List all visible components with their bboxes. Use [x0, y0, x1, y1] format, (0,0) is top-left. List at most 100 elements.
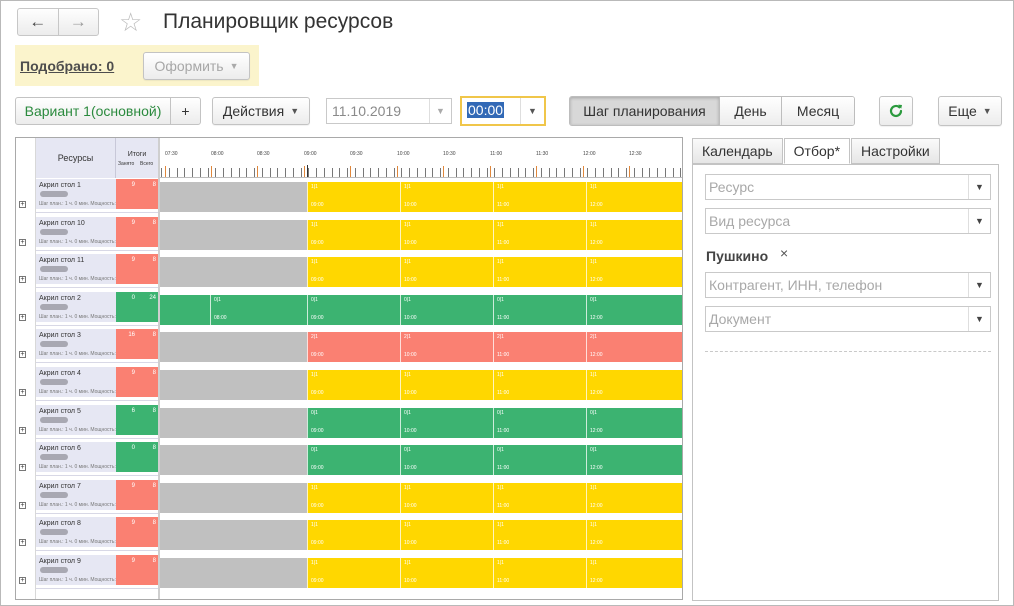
counterparty-field[interactable]: Контрагент, ИНН, телефон ▼: [705, 272, 991, 298]
slot-cell[interactable]: 2|1 09:00: [307, 332, 400, 363]
mode-day-button[interactable]: День: [719, 97, 781, 125]
slot-cell[interactable]: 0|1 10:00: [400, 445, 493, 476]
expand-icon[interactable]: +: [19, 464, 26, 472]
slot-cell[interactable]: 1|1 12:00: [586, 520, 682, 551]
close-icon[interactable]: ×: [780, 245, 788, 261]
planner-row[interactable]: + Акрил стол 4 Шаг план.: 1 ч. 0 мин. Мощн…: [16, 367, 682, 404]
resource-info[interactable]: Акрил стол 9 Шаг план.: 1 ч. 0 мин. Мощно…: [36, 555, 119, 585]
planner-row[interactable]: + Акрил стол 10 Шаг план.: 1 ч. 0 мин. Мощ…: [16, 216, 682, 254]
slot-cell[interactable]: 1|1 09:00: [307, 257, 400, 288]
favorite-star-icon[interactable]: ☆: [119, 8, 142, 36]
slot-cell[interactable]: 0|1 11:00: [493, 445, 586, 476]
refresh-button[interactable]: [879, 96, 913, 126]
selected-count-link[interactable]: Подобрано: 0: [20, 58, 114, 74]
chevron-down-icon[interactable]: ▼: [968, 307, 990, 331]
document-field[interactable]: Документ ▼: [705, 306, 991, 332]
slot-cell[interactable]: 1|1 12:00: [586, 370, 682, 400]
planner-row[interactable]: + Акрил стол 7 Шаг план.: 1 ч. 0 мин. Мощн…: [16, 479, 682, 517]
resource-planner-grid[interactable]: Ресурсы Итоги Занято Всего 07:30 08:00 08:…: [15, 137, 683, 600]
resource-info[interactable]: Акрил стол 8 Шаг план.: 1 ч. 0 мин. Мощно…: [36, 517, 119, 548]
slot-cell[interactable]: 1|1 10:00: [400, 520, 493, 551]
planner-row[interactable]: + Акрил стол 6 Шаг план.: 1 ч. 0 мин. Мощн…: [16, 442, 682, 479]
slot-cell[interactable]: 1|1 11:00: [493, 182, 586, 212]
time-field[interactable]: 00:00 ▼: [460, 96, 546, 126]
chevron-down-icon[interactable]: ▼: [429, 99, 451, 123]
resource-field[interactable]: Ресурс ▼: [705, 174, 991, 200]
mode-month-button[interactable]: Месяц: [781, 97, 854, 125]
slot-cell[interactable]: 1|1 11:00: [493, 219, 586, 250]
tab-filter[interactable]: Отбор*: [783, 138, 851, 164]
planner-row[interactable]: + Акрил стол 8 Шаг план.: 1 ч. 0 мин. Мощн…: [16, 517, 682, 554]
expand-icon[interactable]: +: [19, 201, 26, 208]
slot-cell[interactable]: 1|1 12:00: [586, 257, 682, 288]
slot-cell[interactable]: [160, 294, 210, 325]
slot-cell[interactable]: 0|1 10:00: [400, 407, 493, 438]
expand-icon[interactable]: +: [19, 276, 26, 284]
expand-icon[interactable]: +: [19, 313, 26, 321]
planner-row[interactable]: + Акрил стол 2 Шаг план.: 1 ч. 0 мин. Мощн…: [16, 291, 682, 329]
expand-icon[interactable]: +: [19, 577, 26, 584]
planner-row[interactable]: + Акрил стол 5 Шаг план.: 1 ч. 0 мин. Мощн…: [16, 404, 682, 442]
tab-settings[interactable]: Настройки: [851, 138, 940, 164]
slot-cell[interactable]: 1|1 12:00: [586, 558, 682, 588]
slot-cell[interactable]: 2|1 11:00: [493, 332, 586, 363]
chevron-down-icon[interactable]: ▼: [520, 98, 544, 124]
slot-cell[interactable]: 1|1 10:00: [400, 558, 493, 588]
chevron-down-icon[interactable]: ▼: [968, 273, 990, 297]
slot-cell[interactable]: 1|1 10:00: [400, 482, 493, 513]
slot-cell[interactable]: 1|1 09:00: [307, 520, 400, 551]
slot-cell[interactable]: 1|1 09:00: [307, 182, 400, 212]
resource-info[interactable]: Акрил стол 3 Шаг план.: 1 ч. 0 мин. Мощно…: [36, 329, 119, 360]
add-variant-button[interactable]: +: [171, 98, 200, 124]
slot-cell[interactable]: 1|1 11:00: [493, 370, 586, 400]
planner-row[interactable]: + Акрил стол 3 Шаг план.: 1 ч. 0 мин. Мощн…: [16, 329, 682, 366]
chevron-down-icon[interactable]: ▼: [968, 175, 990, 199]
slot-cell[interactable]: 0|1 09:00: [307, 445, 400, 476]
slot-cell[interactable]: 1|1 11:00: [493, 482, 586, 513]
slot-cell[interactable]: 1|1 12:00: [586, 182, 682, 212]
slot-cell[interactable]: 1|1 12:00: [586, 219, 682, 250]
slot-cell[interactable]: 1|1 09:00: [307, 219, 400, 250]
slot-cell[interactable]: 1|1 09:00: [307, 370, 400, 400]
date-field[interactable]: 11.10.2019 ▼: [326, 98, 452, 124]
more-button[interactable]: Еще ▼: [938, 96, 1002, 126]
slot-cell[interactable]: 0|1 08:00: [210, 294, 307, 325]
slot-cell[interactable]: 1|1 11:00: [493, 520, 586, 551]
resource-type-field[interactable]: Вид ресурса ▼: [705, 208, 991, 234]
mode-step-button[interactable]: Шаг планирования: [570, 97, 719, 125]
slot-cell[interactable]: 1|1 11:00: [493, 257, 586, 288]
slot-cell[interactable]: 1|1 10:00: [400, 182, 493, 212]
expand-icon[interactable]: +: [19, 539, 26, 547]
chevron-down-icon[interactable]: ▼: [968, 209, 990, 233]
expand-icon[interactable]: +: [19, 426, 26, 434]
slot-cell[interactable]: 0|1 09:00: [307, 294, 400, 325]
slot-cell[interactable]: 0|1 11:00: [493, 407, 586, 438]
slot-cell[interactable]: 0|1 10:00: [400, 294, 493, 325]
resource-info[interactable]: Акрил стол 5 Шаг план.: 1 ч. 0 мин. Мощно…: [36, 404, 119, 435]
make-order-button[interactable]: Оформить ▼: [143, 52, 250, 80]
resource-info[interactable]: Акрил стол 1 Шаг план.: 1 ч. 0 мин. Мощно…: [36, 179, 119, 209]
back-arrow-icon[interactable]: ←: [18, 9, 58, 35]
slot-cell[interactable]: 0|1 09:00: [307, 407, 400, 438]
slot-cell[interactable]: 2|1 10:00: [400, 332, 493, 363]
planner-row[interactable]: + Акрил стол 11 Шаг план.: 1 ч. 0 мин. Мощ…: [16, 254, 682, 291]
slot-cell[interactable]: 1|1 11:00: [493, 558, 586, 588]
variant-button[interactable]: Вариант 1(основной): [16, 98, 171, 124]
resource-info[interactable]: Акрил стол 7 Шаг план.: 1 ч. 0 мин. Мощно…: [36, 479, 119, 510]
slot-cell[interactable]: 1|1 12:00: [586, 482, 682, 513]
slot-cell[interactable]: 1|1 10:00: [400, 257, 493, 288]
slot-cell[interactable]: 0|1 11:00: [493, 294, 586, 325]
slot-cell[interactable]: 1|1 10:00: [400, 219, 493, 250]
planner-row[interactable]: + Акрил стол 9 Шаг план.: 1 ч. 0 мин. Мощн…: [16, 555, 682, 592]
slot-cell[interactable]: 0|1 12:00: [586, 445, 682, 476]
expand-icon[interactable]: +: [19, 238, 26, 246]
planner-row[interactable]: + Акрил стол 1 Шаг план.: 1 ч. 0 мин. Мощн…: [16, 179, 682, 216]
resource-info[interactable]: Акрил стол 10 Шаг план.: 1 ч. 0 мин. Мощн…: [36, 216, 119, 247]
expand-icon[interactable]: +: [19, 501, 26, 509]
expand-icon[interactable]: +: [19, 351, 26, 359]
slot-cell[interactable]: 0|1 12:00: [586, 294, 682, 325]
slot-cell[interactable]: 1|1 10:00: [400, 370, 493, 400]
actions-button[interactable]: Действия ▼: [212, 97, 310, 125]
tab-calendar[interactable]: Календарь: [692, 138, 783, 164]
slot-cell[interactable]: 1|1 09:00: [307, 558, 400, 588]
